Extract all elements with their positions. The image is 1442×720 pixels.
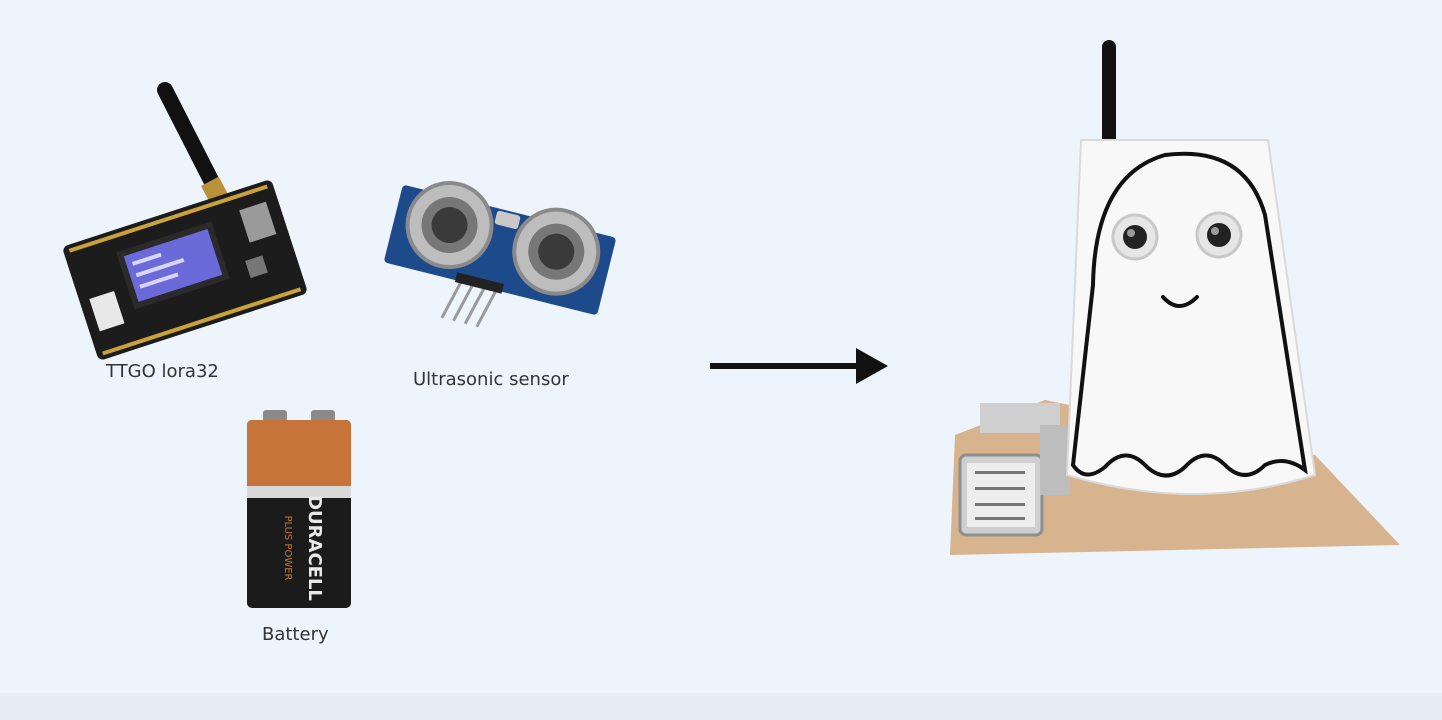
diagram-canvas: TTGO lora32 Ultrasonic sensor DURACELL P… (0, 0, 1442, 720)
battery-subbrand: PLUS POWER (282, 515, 293, 580)
right-arrow-icon (710, 348, 888, 384)
battery-label: Battery (262, 624, 329, 645)
battery-brand: DURACELL (304, 495, 325, 601)
ttgo-lora32-board-icon (63, 82, 307, 360)
bottom-band (0, 693, 1442, 720)
ghost-device-icon (950, 40, 1400, 555)
board-label: TTGO lora32 (106, 361, 219, 382)
sensor-label: Ultrasonic sensor (413, 369, 569, 390)
ultrasonic-sensor-icon (384, 181, 616, 328)
9v-battery-icon: DURACELL PLUS POWER (247, 410, 351, 608)
